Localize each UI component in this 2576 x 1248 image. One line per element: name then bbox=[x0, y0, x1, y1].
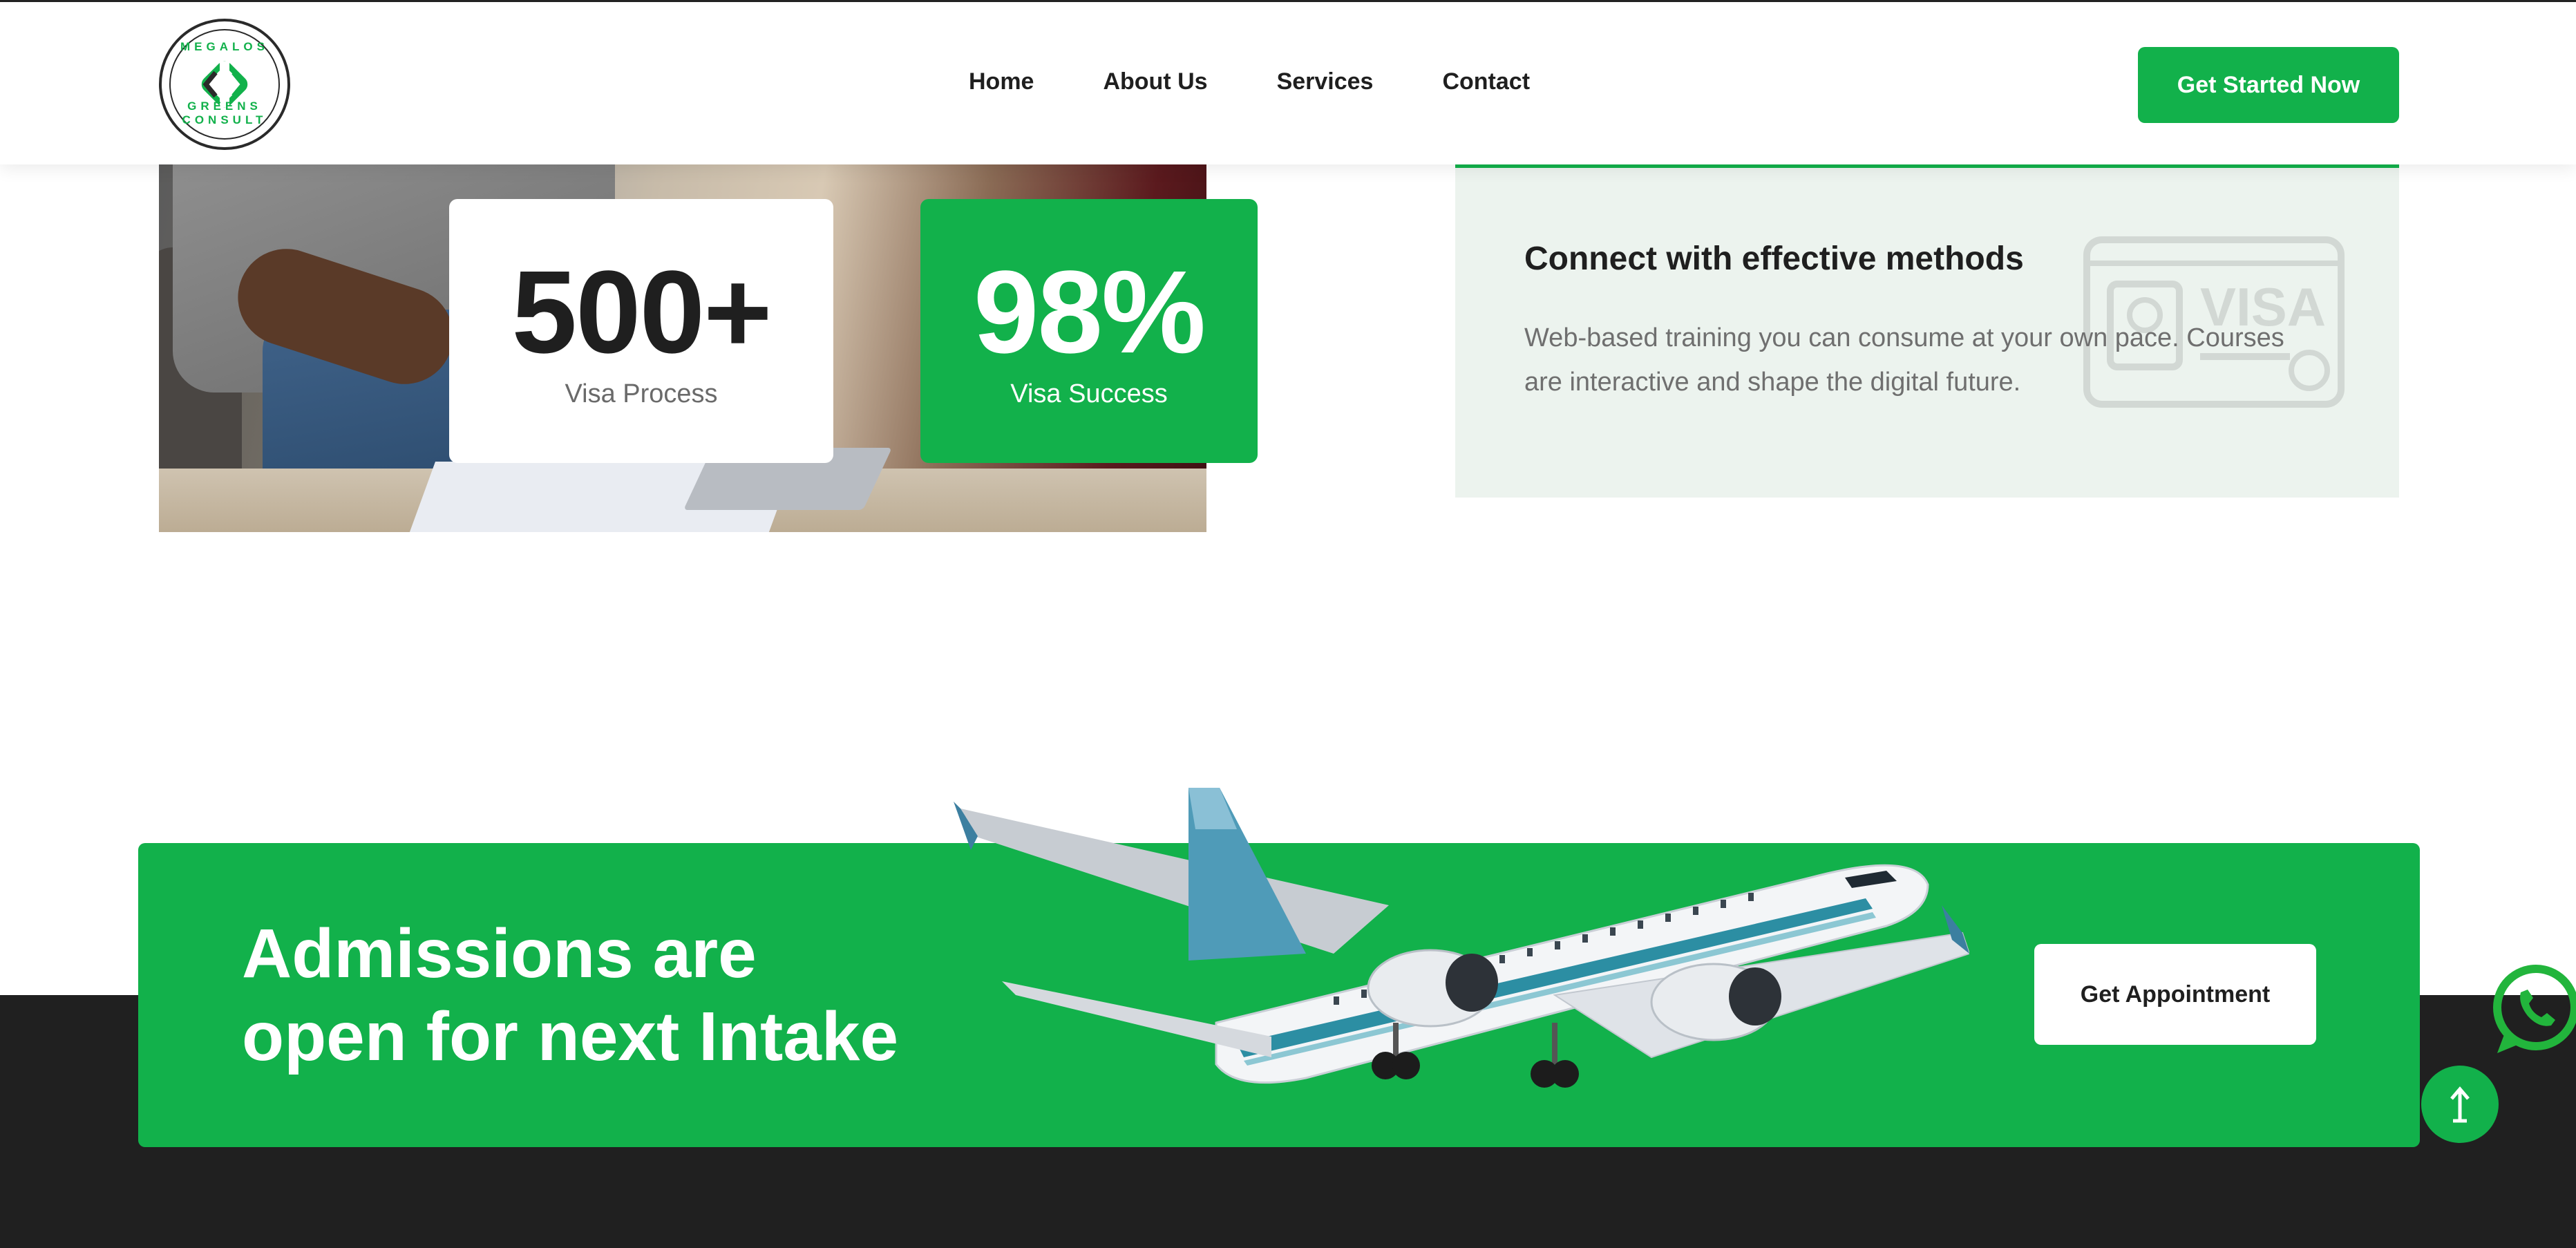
airplane-image bbox=[954, 788, 1969, 1088]
nav-contact[interactable]: Contact bbox=[1442, 68, 1530, 95]
whatsapp-icon[interactable] bbox=[2488, 962, 2576, 1056]
feature-title: Connect with effective methods bbox=[1524, 240, 2024, 277]
logo-text-top: MEGALOS bbox=[180, 40, 269, 53]
main-nav: Home About Us Services Contact bbox=[969, 68, 1599, 95]
site-header: MEGALOS GREENS CONSULT Home About Us Ser… bbox=[0, 0, 2576, 164]
arrow-up-icon bbox=[2450, 1086, 2470, 1123]
logo-text-bottom: GREENS CONSULT bbox=[182, 100, 267, 126]
logo-badge: MEGALOS GREENS CONSULT bbox=[169, 29, 280, 140]
nav-home[interactable]: Home bbox=[969, 68, 1034, 95]
site-logo[interactable]: MEGALOS GREENS CONSULT bbox=[159, 19, 290, 150]
scroll-to-top-button[interactable] bbox=[2421, 1066, 2499, 1143]
get-appointment-button[interactable]: Get Appointment bbox=[2034, 944, 2316, 1045]
stat-value: 500+ bbox=[511, 246, 773, 378]
stat-visa-process: 500+ Visa Process bbox=[449, 199, 833, 463]
stat-visa-success: 98% Visa Success bbox=[920, 199, 1258, 463]
stat-value: 98% bbox=[973, 246, 1206, 378]
get-started-button[interactable]: Get Started Now bbox=[2138, 47, 2399, 123]
nav-about-us[interactable]: About Us bbox=[1103, 68, 1207, 95]
nav-services[interactable]: Services bbox=[1277, 68, 1374, 95]
stat-label: Visa Success bbox=[1010, 379, 1168, 408]
feature-text: Web-based training you can consume at yo… bbox=[1524, 323, 2284, 397]
stat-label: Visa Process bbox=[565, 379, 718, 408]
banner-heading: Admissions are open for next Intake bbox=[242, 915, 899, 1075]
feature-card: VISA Connect with effective methods Web-… bbox=[1455, 164, 2399, 498]
